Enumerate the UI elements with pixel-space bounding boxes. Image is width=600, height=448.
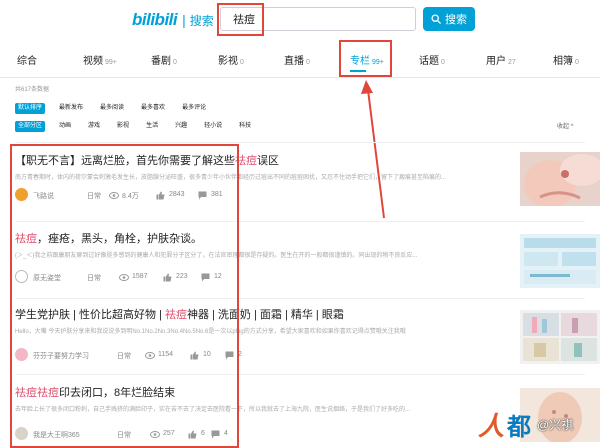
tab-all[interactable]: 综合 [17, 52, 39, 67]
watermark: 人 都 @兴祺 [478, 404, 573, 444]
tab-label: 影视 [218, 56, 238, 67]
tab-user[interactable]: 用户 27 [486, 52, 516, 67]
tab-count: 0 [240, 59, 244, 66]
sort-newest[interactable]: 最新发布 [56, 103, 86, 114]
zone-film[interactable]: 影视 [114, 121, 132, 132]
zone-interest[interactable]: 兴趣 [172, 121, 190, 132]
sort-most-read[interactable]: 最多阅读 [97, 103, 127, 114]
tab-count: 99+ [105, 59, 117, 66]
result-count: 共617条数据 [15, 87, 50, 93]
search-page: bilibili | 搜索 搜索 综合 视频99+ 番剧0 影视0 直播0 专栏… [0, 0, 600, 448]
watermark-logo-text: 都 [507, 413, 532, 441]
annotation-results-box [10, 144, 239, 448]
tab-film[interactable]: 影视 0 [218, 52, 244, 67]
tab-label: 相簿 [553, 56, 573, 67]
tabs-divider [0, 77, 600, 78]
tab-count: 0 [306, 59, 310, 66]
logo-suffix: 搜索 [189, 13, 214, 28]
tab-count: 0 [575, 59, 579, 66]
article-thumbnail[interactable] [520, 234, 600, 288]
annotation-tab-box [339, 40, 392, 77]
sort-default[interactable]: 默认排序 [15, 102, 46, 114]
annotation-query-box [217, 3, 264, 36]
search-icon [431, 14, 441, 24]
sort-most-comments[interactable]: 最多评论 [179, 103, 209, 114]
sort-most-liked[interactable]: 最多喜欢 [138, 103, 168, 114]
tab-label: 用户 [486, 56, 506, 67]
zone-light-novel[interactable]: 轻小说 [201, 121, 225, 132]
logo-text: bilibili [132, 10, 178, 29]
tab-label: 番剧 [151, 56, 171, 67]
collapse-toggle[interactable]: 收起 ^ [557, 121, 573, 130]
tab-label: 综合 [17, 56, 37, 67]
tab-count: 27 [508, 59, 516, 66]
zone-life[interactable]: 生活 [143, 121, 161, 132]
tab-label: 视频 [83, 56, 103, 67]
tab-video[interactable]: 视频 99+ [83, 52, 117, 67]
search-button-label: 搜索 [445, 14, 467, 26]
thumbnail-image [520, 152, 600, 206]
tab-topic[interactable]: 话题 0 [419, 52, 445, 67]
thumbnail-image [520, 310, 600, 364]
search-button[interactable]: 搜索 [423, 7, 475, 31]
list-divider [15, 142, 585, 143]
tab-count: 0 [173, 59, 177, 66]
watermark-author: @兴祺 [537, 417, 574, 432]
title-text: 误区 [257, 155, 279, 167]
tab-label: 直播 [284, 56, 304, 67]
tab-album[interactable]: 相簿 0 [553, 52, 579, 67]
article-thumbnail[interactable] [520, 310, 600, 364]
zone-game[interactable]: 游戏 [85, 121, 103, 132]
article-thumbnail[interactable] [520, 152, 600, 206]
watermark-logo-mark: 人 [478, 410, 505, 441]
logo-separator: | [182, 12, 186, 28]
thumbnail-image [520, 234, 600, 288]
zone-tech[interactable]: 科技 [236, 121, 254, 132]
zone-animation[interactable]: 动画 [56, 121, 74, 132]
bilibili-logo[interactable]: bilibili | 搜索 [132, 9, 214, 31]
zone-all[interactable]: 全部分区 [15, 120, 46, 132]
tab-count: 0 [441, 59, 445, 66]
search-type-tabs: 综合 视频 99+ 番剧 0 影视 0 直播 0 专栏 99+ 话题 0 用户 27 相簿 0 [0, 46, 600, 70]
zone-filter-bar: 全部分区 动画 游戏 影视 生活 兴趣 轻小说 科技 [15, 120, 265, 132]
tab-label: 话题 [419, 56, 439, 67]
tab-live[interactable]: 直播 0 [284, 52, 310, 67]
sort-filter-bar: 默认排序 最新发布 最多阅读 最多喜欢 最多评论 [15, 102, 220, 114]
tab-bangumi[interactable]: 番剧 0 [151, 52, 177, 67]
